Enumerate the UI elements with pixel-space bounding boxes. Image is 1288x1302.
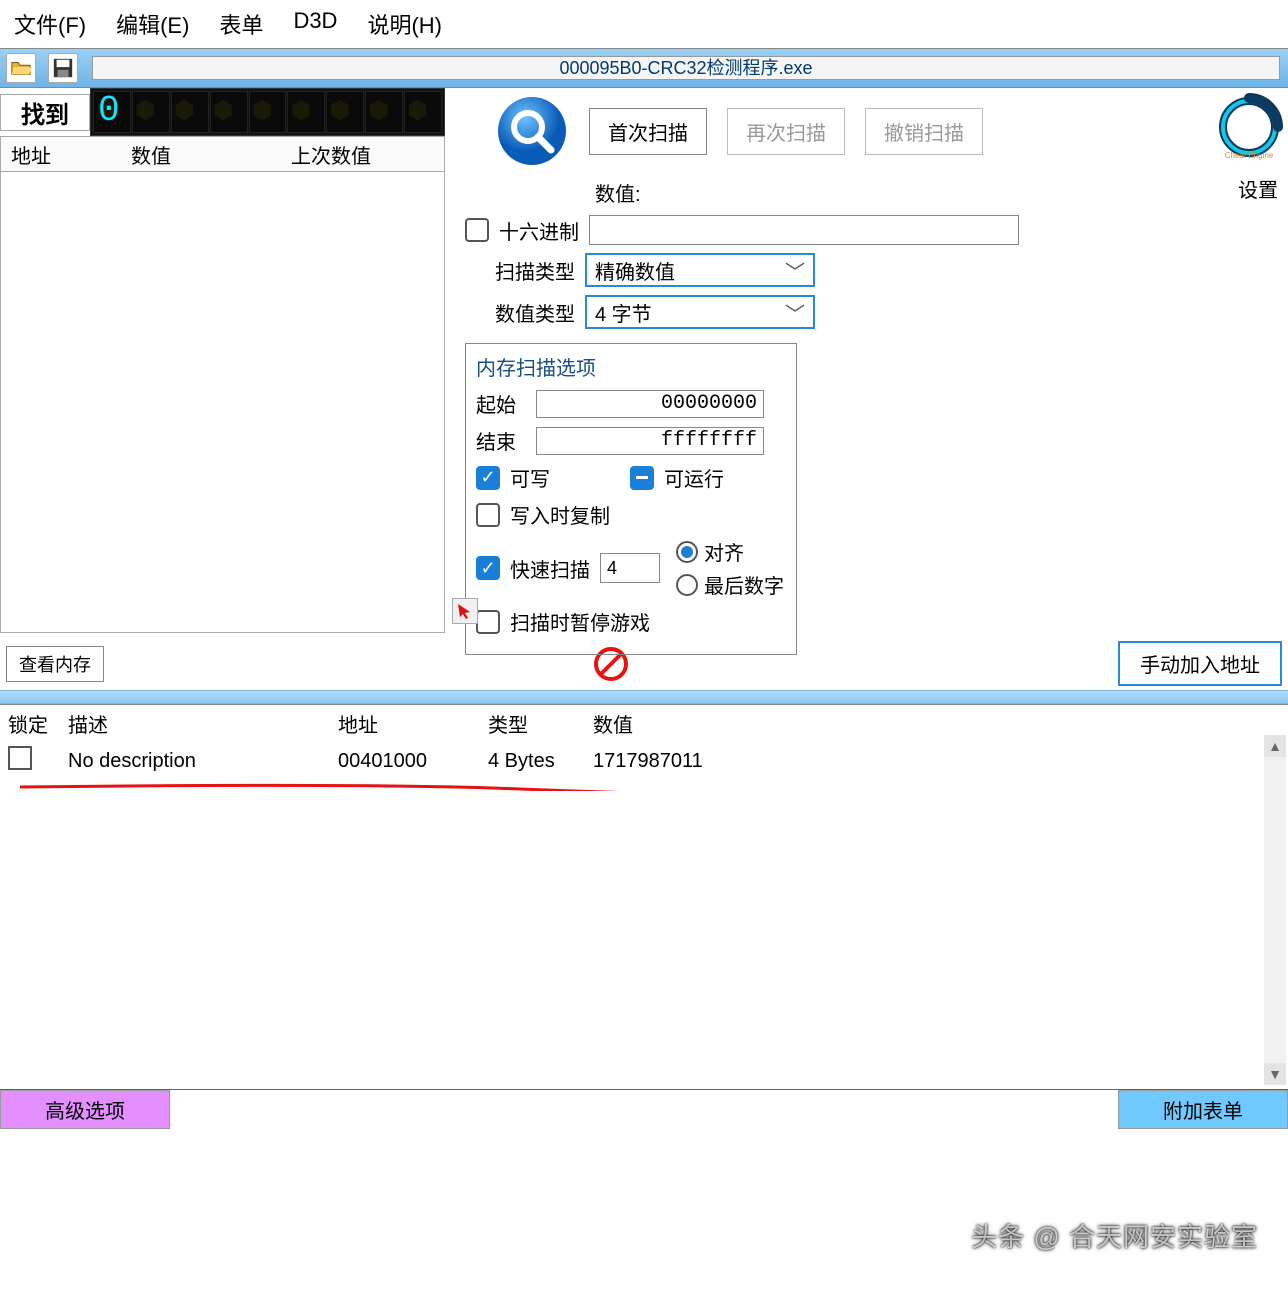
- executable-checkbox[interactable]: [630, 466, 654, 490]
- fast-scan-label: 快速扫描: [510, 554, 590, 583]
- results-list[interactable]: [0, 172, 445, 633]
- watermark-text: 头条 @ 合天网安实验室: [971, 1217, 1258, 1254]
- col-address[interactable]: 地址: [338, 709, 488, 738]
- footer-bar: 高级选项 附加表单: [0, 1089, 1288, 1129]
- first-scan-button[interactable]: 首次扫描: [589, 108, 707, 155]
- attach-table-button[interactable]: 附加表单: [1118, 1090, 1288, 1129]
- start-address-input[interactable]: [536, 390, 764, 418]
- writable-label: 可写: [510, 463, 550, 492]
- save-icon[interactable]: [48, 53, 78, 83]
- menu-bar: 文件(F) 编辑(E) 表单 D3D 说明(H): [0, 0, 1288, 48]
- open-file-icon[interactable]: [6, 53, 36, 83]
- pause-while-scan-label: 扫描时暂停游戏: [510, 607, 650, 636]
- writable-checkbox[interactable]: ✓: [476, 466, 500, 490]
- found-label: 找到: [0, 94, 90, 131]
- lock-checkbox[interactable]: [8, 746, 32, 770]
- chevron-down-icon: ﹀: [785, 298, 805, 327]
- splitter-handle[interactable]: [0, 690, 1288, 704]
- copy-on-write-label: 写入时复制: [510, 500, 610, 529]
- last-digits-radio[interactable]: [676, 574, 698, 596]
- svg-text:Cheat Engine: Cheat Engine: [1225, 151, 1274, 160]
- memory-scan-options-title: 内存扫描选项: [476, 352, 786, 381]
- hex-checkbox[interactable]: [465, 218, 489, 242]
- menu-d3d[interactable]: D3D: [293, 8, 337, 40]
- list-item[interactable]: No description 00401000 4 Bytes 17179870…: [0, 742, 1288, 780]
- col-type[interactable]: 类型: [488, 709, 593, 738]
- start-label: 起始: [476, 389, 526, 418]
- settings-link[interactable]: 设置: [1238, 174, 1278, 203]
- menu-file[interactable]: 文件(F): [14, 8, 86, 40]
- found-counter-display: [90, 88, 445, 136]
- menu-help[interactable]: 说明(H): [367, 8, 442, 40]
- menu-edit[interactable]: 编辑(E): [116, 8, 189, 40]
- value-type-value: 4 字节: [595, 298, 652, 327]
- annotation-underline-icon: [20, 783, 720, 791]
- row-value[interactable]: 1717987011: [593, 750, 793, 773]
- col-description[interactable]: 描述: [68, 709, 338, 738]
- results-col-address[interactable]: 地址: [1, 136, 121, 173]
- cheat-engine-logo-icon: Cheat Engine: [1214, 92, 1284, 162]
- fast-scan-value-input[interactable]: [600, 553, 660, 583]
- scan-panel: Cheat Engine 首次扫描 再次扫描 撤销扫描 设置 数值: 十六进制: [445, 88, 1288, 633]
- advanced-options-button[interactable]: 高级选项: [0, 1090, 170, 1129]
- aligned-label: 对齐: [704, 537, 744, 566]
- results-col-previous[interactable]: 上次数值: [281, 136, 444, 173]
- copy-on-write-checkbox[interactable]: [476, 503, 500, 527]
- row-description[interactable]: No description: [68, 750, 338, 773]
- process-title: 000095B0-CRC32检测程序.exe: [559, 58, 812, 78]
- address-list-header: 锁定 描述 地址 类型 数值: [0, 705, 1288, 742]
- scroll-down-icon[interactable]: ▼: [1264, 1063, 1286, 1085]
- search-icon[interactable]: [495, 94, 569, 168]
- executable-label: 可运行: [664, 463, 724, 492]
- scan-type-select[interactable]: 精确数值 ﹀: [585, 253, 815, 287]
- toolbar: 000095B0-CRC32检测程序.exe: [0, 48, 1288, 88]
- copy-to-addresslist-icon[interactable]: [452, 598, 478, 624]
- last-digits-label: 最后数字: [704, 570, 784, 599]
- undo-scan-button: 撤销扫描: [865, 108, 983, 155]
- next-scan-button: 再次扫描: [727, 108, 845, 155]
- value-type-select[interactable]: 4 字节 ﹀: [585, 295, 815, 329]
- row-type[interactable]: 4 Bytes: [488, 750, 593, 773]
- view-memory-button[interactable]: 查看内存: [6, 646, 104, 682]
- stop-label: 结束: [476, 426, 526, 455]
- scan-value-input[interactable]: [589, 215, 1019, 245]
- vertical-scrollbar[interactable]: ▲ ▼: [1264, 735, 1286, 1085]
- fast-scan-checkbox[interactable]: ✓: [476, 556, 500, 580]
- memory-scan-options-group: 内存扫描选项 起始 结束 ✓ 可写 可运行: [465, 343, 797, 655]
- aligned-radio[interactable]: [676, 541, 698, 563]
- results-header: 地址 数值 上次数值: [0, 136, 445, 172]
- col-value[interactable]: 数值: [593, 709, 793, 738]
- value-type-label: 数值类型: [465, 298, 575, 327]
- value-label: 数值:: [595, 178, 641, 207]
- results-col-value[interactable]: 数值: [121, 136, 281, 173]
- menu-table[interactable]: 表单: [219, 8, 263, 40]
- results-panel: 找到 地址 数值 上次数值: [0, 88, 445, 633]
- address-list: 锁定 描述 地址 类型 数值 No description 00401000 4…: [0, 704, 1288, 1089]
- scan-type-label: 扫描类型: [465, 256, 575, 285]
- scan-type-value: 精确数值: [595, 256, 675, 285]
- hex-checkbox-label: 十六进制: [499, 216, 579, 245]
- stop-address-input[interactable]: [536, 427, 764, 455]
- row-address[interactable]: 00401000: [338, 750, 488, 773]
- scroll-up-icon[interactable]: ▲: [1264, 735, 1286, 757]
- process-title-bar[interactable]: 000095B0-CRC32检测程序.exe: [92, 56, 1280, 80]
- chevron-down-icon: ﹀: [785, 256, 805, 285]
- col-lock[interactable]: 锁定: [8, 709, 68, 738]
- pause-while-scan-checkbox[interactable]: [476, 610, 500, 634]
